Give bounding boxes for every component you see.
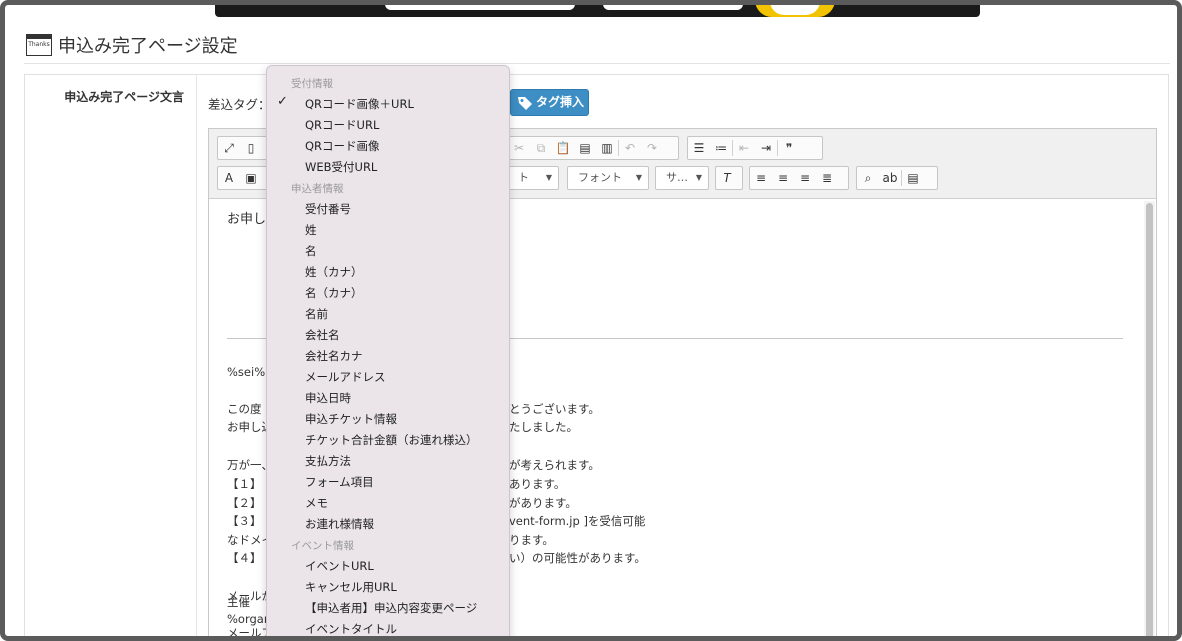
dropdown-item[interactable]: QRコード画像＋URL: [305, 96, 414, 112]
field-label-column: 申込み完了ページ文言: [25, 75, 197, 641]
content-line: とうございます。: [509, 402, 600, 416]
tag-icon: [518, 96, 532, 110]
dropdown-item[interactable]: 名: [305, 243, 317, 259]
dropdown-item[interactable]: 申込チケット情報: [305, 411, 397, 427]
toolbar-group-view: ⤢ ▯: [217, 136, 269, 160]
tag-insert-label: タグ挿入: [536, 95, 585, 109]
toolbar-group-clear: T: [715, 166, 743, 190]
checkmark-icon: ✓: [277, 94, 288, 109]
content-line: 主催: [227, 595, 250, 609]
toolbar-group-find: ⌕ ab ▤: [856, 166, 938, 190]
content-line: %organ: [227, 612, 272, 626]
dropdown-item[interactable]: イベントURL: [305, 558, 374, 574]
dropdown-item[interactable]: 【申込者用】申込内容変更ページ: [305, 600, 477, 616]
maximize-icon[interactable]: ⤢: [218, 137, 240, 159]
dropdown-item[interactable]: メモ: [305, 495, 328, 511]
content-line: が考えられます。: [509, 458, 600, 472]
dropdown-item[interactable]: 支払方法: [305, 453, 351, 469]
align-center-icon[interactable]: ≡: [772, 167, 794, 189]
find-icon[interactable]: ⌕: [857, 167, 879, 189]
redo-icon[interactable]: ↷: [641, 137, 663, 159]
page-break-icon[interactable]: ▤: [902, 167, 924, 189]
undo-icon[interactable]: ↶: [619, 137, 641, 159]
content-line: い）の可能性があります。: [509, 551, 646, 565]
paste-icon[interactable]: 📋: [552, 137, 574, 159]
align-justify-icon[interactable]: ≣: [816, 167, 838, 189]
dropdown-item[interactable]: 姓: [305, 222, 317, 238]
dropdown-item[interactable]: QRコードURL: [305, 117, 379, 133]
dropdown-group-label: 申込者情報: [291, 183, 344, 195]
blockquote-icon[interactable]: ❞: [778, 137, 800, 159]
text-color-icon[interactable]: A: [218, 167, 240, 189]
numbered-list-icon[interactable]: ☰: [688, 137, 710, 159]
paste-text-icon[interactable]: ▤: [574, 137, 596, 159]
dropdown-item[interactable]: イベントタイトル: [305, 621, 397, 637]
dropdown-group-label: 受付情報: [291, 78, 333, 90]
cut-icon[interactable]: ✂: [508, 137, 530, 159]
source-icon[interactable]: ▯: [240, 137, 262, 159]
tag-dropdown-menu: 受付情報 ✓ QRコード画像＋URL QRコードURL QRコード画像 WEB受…: [266, 65, 510, 641]
replace-icon[interactable]: ab: [879, 167, 901, 189]
dropdown-item[interactable]: WEB受付URL: [305, 159, 377, 175]
content-line: 【１】: [227, 477, 262, 491]
content-line: %sei%: [227, 365, 266, 379]
content-line: この度: [227, 402, 262, 416]
toolbar-group-list: ☰ ≔ ⇤ ⇥ ❞: [687, 136, 823, 160]
dropdown-item[interactable]: キャンセル用URL: [305, 579, 397, 595]
top-banner-image: [215, 0, 980, 17]
dropdown-item[interactable]: メールアドレス: [305, 369, 386, 385]
dropdown-item[interactable]: QRコード画像: [305, 138, 380, 154]
size-combo[interactable]: サ… ▼: [655, 166, 709, 190]
toolbar-group-clipboard: ✂ ⧉ 📋 ▤ ▥ ↶ ↷: [507, 136, 679, 160]
bulleted-list-icon[interactable]: ≔: [710, 137, 732, 159]
content-line: たしました。: [509, 420, 578, 434]
dropdown-item[interactable]: 名前: [305, 306, 328, 322]
tag-insert-button[interactable]: タグ挿入: [510, 89, 589, 116]
copy-icon[interactable]: ⧉: [530, 137, 552, 159]
align-right-icon[interactable]: ≡: [794, 167, 816, 189]
dropdown-item[interactable]: チケット合計金額（お連れ様込）: [305, 432, 478, 448]
dropdown-item[interactable]: 姓（カナ）: [305, 264, 363, 280]
remove-format-icon[interactable]: T: [716, 167, 738, 189]
dropdown-item[interactable]: お連れ様情報: [305, 516, 374, 532]
format-combo[interactable]: ト ▼: [507, 166, 559, 190]
content-line: あります。: [509, 477, 566, 491]
page-header: Thanks 申込み完了ページ設定: [24, 30, 1170, 64]
dropdown-item[interactable]: フォーム項目: [305, 474, 374, 490]
thanks-page-icon: Thanks: [26, 34, 52, 56]
paste-word-icon[interactable]: ▥: [596, 137, 618, 159]
editor-scrollbar[interactable]: [1144, 201, 1155, 641]
background-color-icon[interactable]: ▣: [240, 167, 262, 189]
scrollbar-thumb[interactable]: [1146, 203, 1153, 641]
dropdown-item[interactable]: 申込日時: [305, 390, 351, 406]
content-line: ります。: [509, 533, 554, 547]
content-line: があります。: [509, 496, 577, 510]
field-label: 申込み完了ページ文言: [64, 90, 184, 104]
toolbar-group-color: A ▣: [217, 166, 269, 190]
content-line: お申し: [227, 212, 267, 227]
page-title: 申込み完了ページ設定: [58, 36, 238, 57]
dropdown-group-label: イベント情報: [291, 540, 354, 552]
insert-tag-label: 差込タグ：: [208, 97, 271, 112]
content-line: 【４】: [227, 551, 262, 565]
dropdown-item[interactable]: 受付番号: [305, 201, 351, 217]
content-line: 【２】: [227, 496, 262, 510]
outdent-icon[interactable]: ⇤: [733, 137, 755, 159]
dropdown-item[interactable]: 会社名: [305, 327, 340, 343]
dropdown-item[interactable]: 名（カナ）: [305, 285, 363, 301]
indent-icon[interactable]: ⇥: [755, 137, 777, 159]
toolbar-group-align: ≡ ≡ ≡ ≣: [749, 166, 849, 190]
font-combo[interactable]: フォント ▼: [567, 166, 649, 190]
content-line: 【３】: [227, 514, 262, 528]
dropdown-item[interactable]: 会社名カナ: [305, 348, 363, 364]
content-line: vent-form.jp ]を受信可能: [509, 514, 646, 528]
align-left-icon[interactable]: ≡: [750, 167, 772, 189]
